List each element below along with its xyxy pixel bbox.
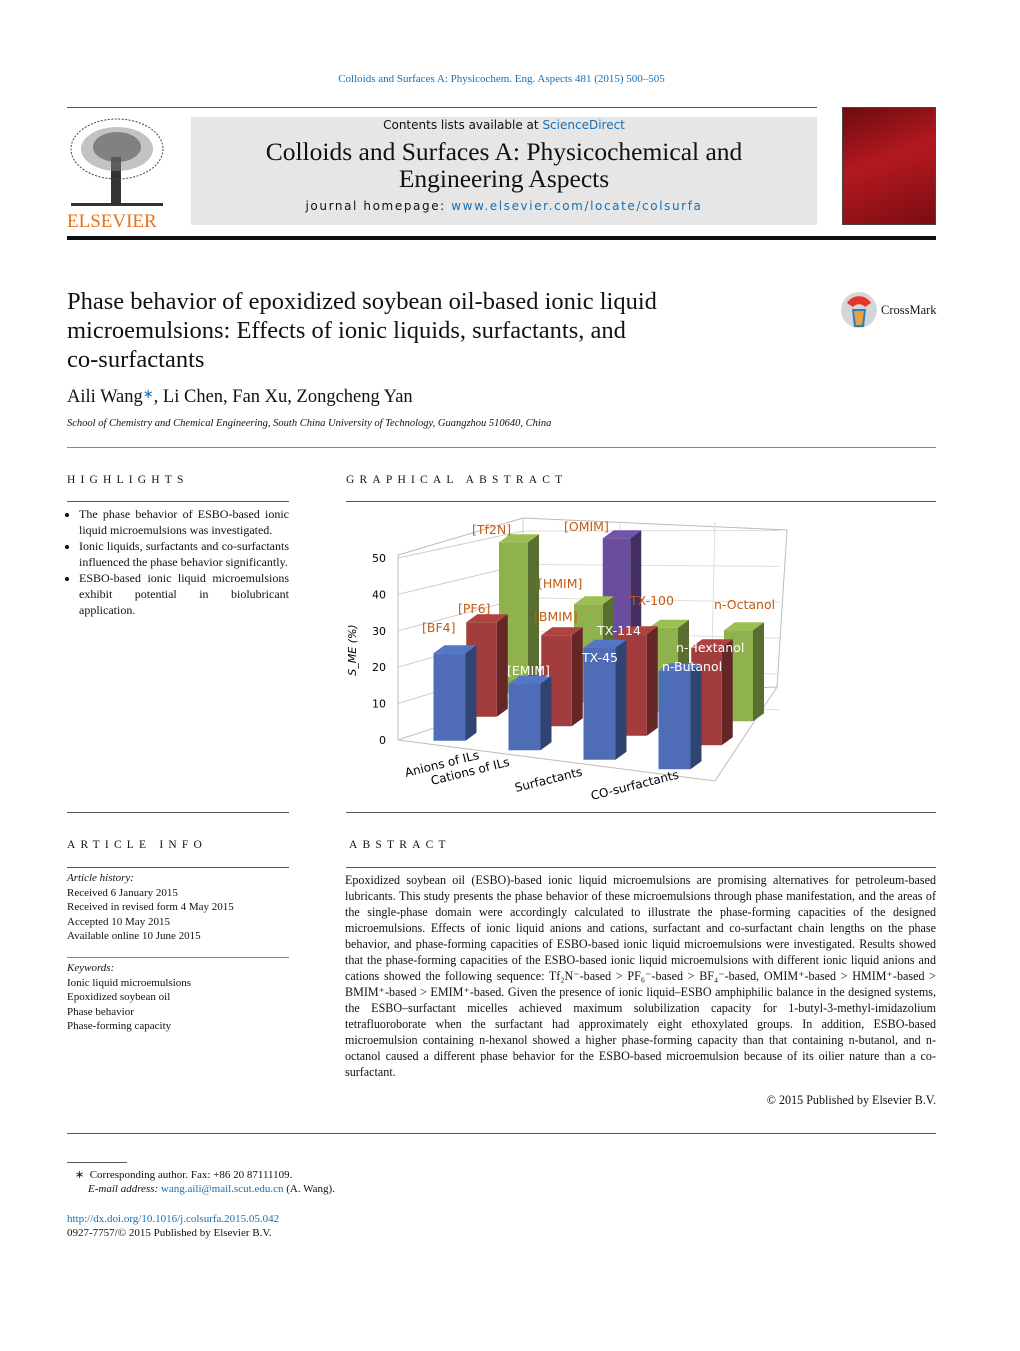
gridline bbox=[522, 563, 781, 567]
corresponding-note: Corresponding author. Fax: +86 20 871111… bbox=[89, 1169, 293, 1181]
bar-label: [PF6] bbox=[458, 601, 490, 616]
bar-emim bbox=[508, 683, 541, 751]
divider bbox=[346, 812, 936, 813]
y-tick-label: 30 bbox=[372, 625, 386, 638]
bar-side bbox=[721, 639, 733, 746]
history-item: Received in revised form 4 May 2015 bbox=[67, 901, 234, 913]
bar-label: n-Butanol bbox=[662, 659, 722, 674]
bar-label: TX-100 bbox=[629, 593, 674, 608]
keywords-label: Keywords: bbox=[67, 962, 115, 974]
y-tick-label: 40 bbox=[372, 588, 386, 601]
bar-side bbox=[753, 622, 764, 722]
bar-label: n-Octanol bbox=[714, 597, 775, 612]
doi-link[interactable]: http://dx.doi.org/10.1016/j.colsurfa.201… bbox=[67, 1212, 279, 1227]
article-info-heading: ARTICLE INFO bbox=[67, 839, 207, 851]
bar-label: TX-45 bbox=[581, 650, 618, 665]
history-label: Article history: bbox=[67, 872, 134, 884]
abstract-body: Epoxidized soybean oil (ESBO)-based ioni… bbox=[345, 873, 936, 1079]
y-tick-label: 50 bbox=[372, 552, 386, 565]
bar-label: n-Hextanol bbox=[676, 640, 744, 655]
history-item: Received 6 January 2015 bbox=[67, 886, 178, 899]
email-link[interactable]: wang.aili@mail.scut.edu.cn bbox=[161, 1183, 284, 1195]
divider bbox=[346, 867, 936, 868]
divider bbox=[67, 1133, 936, 1134]
history-item: Accepted 10 May 2015 bbox=[67, 915, 170, 928]
y-tick-label: 0 bbox=[379, 734, 386, 747]
bar-label: [BMIM] bbox=[534, 609, 578, 624]
bar-side bbox=[571, 627, 583, 727]
keywords: Keywords: Ionic liquid microemulsions Ep… bbox=[67, 961, 289, 1034]
footnote-rule bbox=[67, 1162, 127, 1163]
email-label: E-mail address: bbox=[88, 1183, 161, 1195]
article-history: Article history: Received 6 January 2015… bbox=[67, 871, 289, 944]
graphical-abstract-chart: 01020304050S_ME (%)Anions of ILsCations … bbox=[346, 517, 788, 803]
bar-label: [HMIM] bbox=[538, 576, 582, 591]
bar-label: [Tf2N] bbox=[472, 522, 511, 537]
bar-n-butanol bbox=[658, 671, 691, 770]
keyword: Phase behavior bbox=[67, 1005, 134, 1018]
abstract-copyright: © 2015 Published by Elsevier B.V. bbox=[766, 1093, 936, 1107]
bar-label: [BF4] bbox=[422, 620, 455, 635]
bar-label: TX-114 bbox=[596, 623, 641, 638]
paper-page: Colloids and Surfaces A: Physicochem. En… bbox=[0, 0, 1020, 1351]
footnote-mark: ∗ bbox=[75, 1169, 85, 1181]
bar-label: [OMIM] bbox=[564, 519, 609, 534]
keyword: Phase-forming capacity bbox=[67, 1020, 172, 1032]
gridline bbox=[522, 530, 781, 532]
footnote-corresponding: ∗ Corresponding author. Fax: +86 20 8711… bbox=[75, 1168, 292, 1183]
y-axis-label: S_ME (%) bbox=[346, 624, 359, 675]
divider bbox=[67, 957, 289, 958]
bar-bf4 bbox=[433, 653, 466, 741]
keyword: Ionic liquid microemulsions bbox=[67, 976, 192, 989]
bar-side bbox=[690, 663, 702, 770]
abstract-heading: ABSTRACT bbox=[349, 839, 451, 851]
keyword: Epoxidized soybean oil bbox=[67, 991, 171, 1003]
x-category-label: CO-surfactants bbox=[589, 768, 680, 803]
x-category-label: Surfactants bbox=[513, 765, 583, 795]
issn-line: 0927-7757/© 2015 Published by Elsevier B… bbox=[67, 1227, 272, 1239]
divider bbox=[67, 867, 289, 868]
bar-side bbox=[540, 675, 552, 751]
bar-side bbox=[465, 645, 477, 741]
divider bbox=[67, 812, 289, 813]
y-tick-label: 10 bbox=[372, 698, 386, 711]
y-tick-label: 20 bbox=[372, 661, 386, 674]
bar-side bbox=[646, 626, 658, 736]
footnote-email: E-mail address: wang.aili@mail.scut.edu.… bbox=[88, 1182, 335, 1197]
history-item: Available online 10 June 2015 bbox=[67, 930, 201, 942]
bar-label: [EMIM] bbox=[507, 663, 550, 678]
email-suffix: (A. Wang). bbox=[283, 1183, 335, 1195]
